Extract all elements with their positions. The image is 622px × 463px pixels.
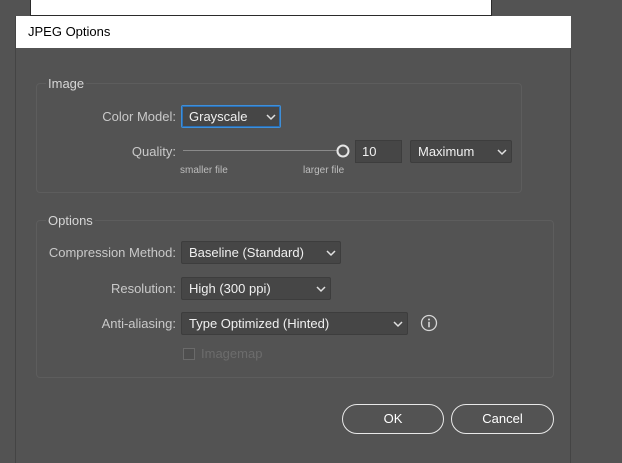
chevron-down-icon bbox=[316, 286, 326, 293]
anti-aliasing-value: Type Optimized (Hinted) bbox=[189, 316, 330, 331]
background-window bbox=[30, 0, 492, 16]
chevron-down-icon bbox=[393, 321, 403, 328]
cancel-button[interactable]: Cancel bbox=[451, 404, 554, 434]
color-model-select[interactable]: Grayscale bbox=[181, 105, 281, 128]
chevron-down-icon bbox=[266, 114, 276, 121]
anti-aliasing-select[interactable]: Type Optimized (Hinted) bbox=[181, 312, 408, 335]
resolution-select[interactable]: High (300 ppi) bbox=[181, 277, 331, 300]
image-group-label: Image bbox=[46, 76, 87, 91]
imagemap-label: Imagemap bbox=[201, 346, 263, 361]
smaller-file-label: smaller file bbox=[180, 165, 228, 176]
ok-button[interactable]: OK bbox=[342, 404, 444, 434]
resolution-value: High (300 ppi) bbox=[189, 281, 271, 296]
chevron-down-icon bbox=[497, 149, 507, 156]
larger-file-label: larger file bbox=[303, 165, 345, 176]
chevron-down-icon bbox=[326, 250, 336, 257]
quality-slider-track[interactable] bbox=[183, 150, 338, 151]
dialog-title: JPEG Options bbox=[16, 16, 571, 48]
resolution-label: Resolution: bbox=[110, 281, 176, 296]
compression-method-value: Baseline (Standard) bbox=[189, 245, 304, 260]
image-group bbox=[36, 83, 522, 193]
info-icon[interactable] bbox=[420, 314, 438, 332]
slider-knob-icon[interactable] bbox=[336, 144, 350, 158]
compression-method-label: Compression Method: bbox=[48, 245, 176, 260]
quality-label: Quality: bbox=[131, 144, 176, 159]
quality-preset-value: Maximum bbox=[418, 144, 475, 159]
color-model-value: Grayscale bbox=[189, 109, 248, 124]
color-model-label: Color Model: bbox=[102, 109, 176, 124]
compression-method-select[interactable]: Baseline (Standard) bbox=[181, 241, 341, 264]
anti-aliasing-label: Anti-aliasing: bbox=[101, 316, 176, 331]
quality-input[interactable]: 10 bbox=[355, 140, 402, 163]
options-group-label: Options bbox=[46, 213, 95, 228]
quality-preset-select[interactable]: Maximum bbox=[410, 140, 512, 163]
imagemap-checkbox[interactable] bbox=[183, 348, 195, 360]
